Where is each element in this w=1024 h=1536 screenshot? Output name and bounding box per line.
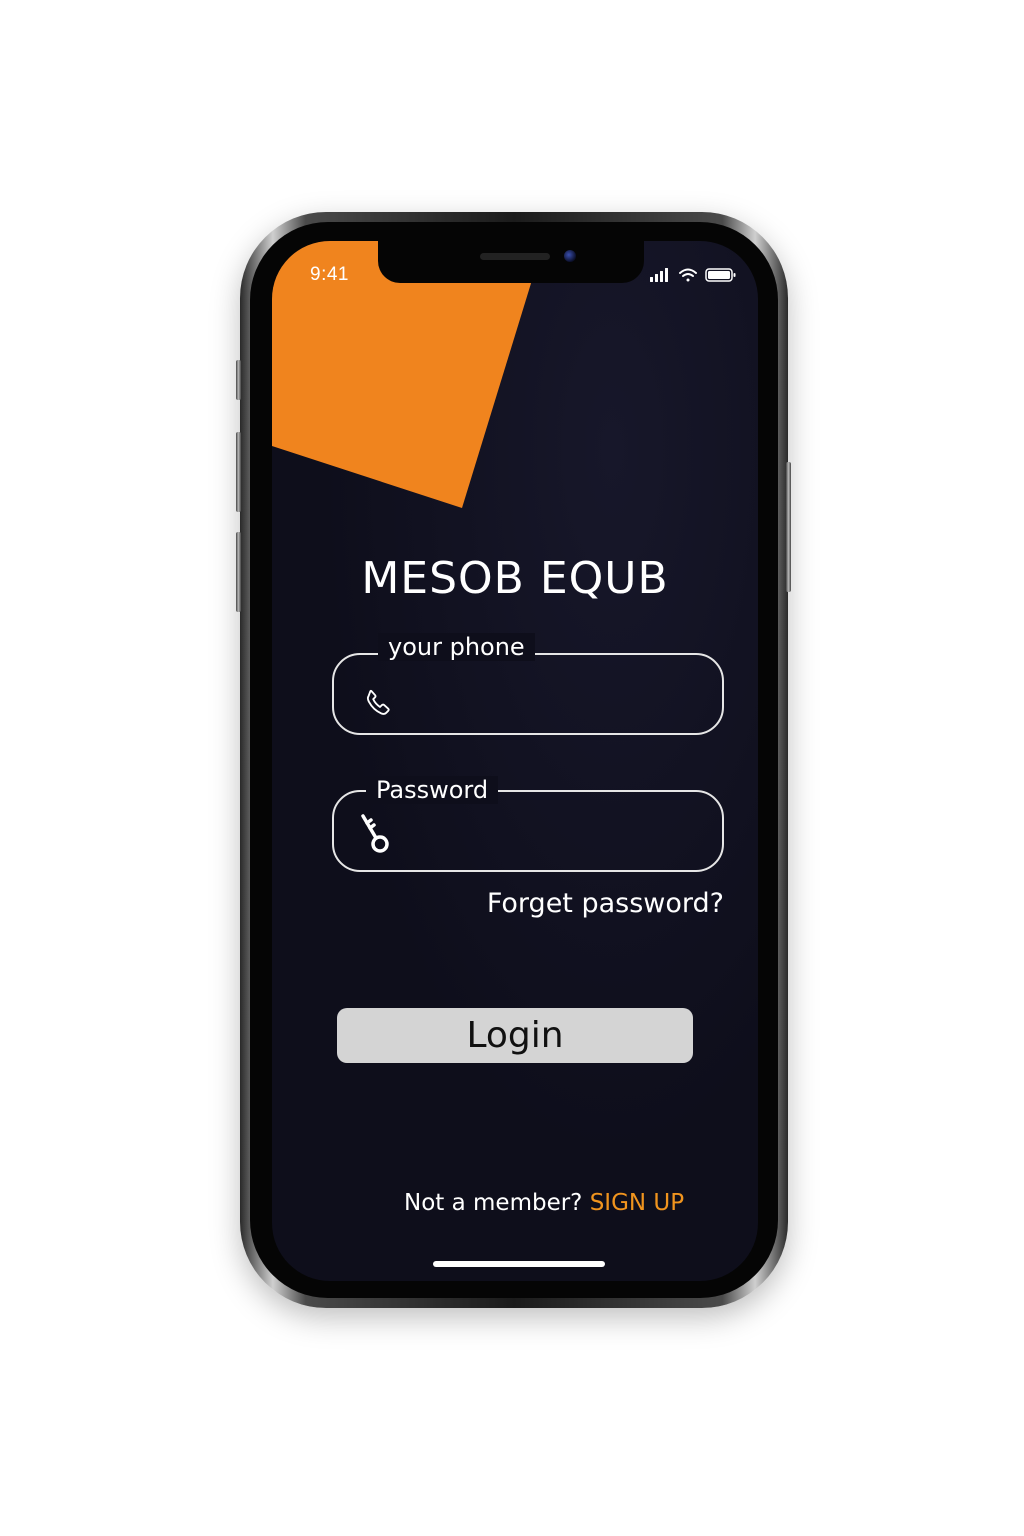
app-title: MESOB EQUB [361, 553, 669, 604]
status-icons [650, 268, 736, 282]
wifi-icon [679, 268, 697, 282]
signal-icon [650, 268, 668, 282]
status-time: 9:41 [310, 264, 349, 285]
password-field-label: Password [366, 776, 499, 804]
device-mockup: 9:41 MESOB EQUB your phone Password Forg… [0, 0, 1024, 1536]
volume-down-button [236, 532, 241, 612]
key-icon [361, 814, 389, 853]
orange-accent-shape [272, 241, 544, 508]
signup-prompt: Not a member? [404, 1190, 583, 1216]
phone-field-label: your phone [378, 633, 535, 661]
home-indicator[interactable] [433, 1261, 605, 1267]
login-button[interactable]: Login [337, 1008, 693, 1063]
forget-password-link[interactable]: Forget password? [487, 888, 724, 919]
app-screen [272, 241, 758, 1281]
battery-icon [705, 268, 736, 282]
signup-row: Not a member? SIGN UP [404, 1190, 684, 1216]
mute-switch [236, 360, 241, 400]
front-camera [564, 250, 576, 262]
speaker-grille [480, 253, 550, 260]
notch [378, 241, 644, 283]
power-button [786, 462, 791, 592]
phone-icon [366, 689, 390, 715]
phone-input[interactable] [410, 675, 714, 717]
password-input[interactable] [410, 812, 714, 854]
volume-up-button [236, 432, 241, 512]
signup-link[interactable]: SIGN UP [590, 1190, 684, 1216]
